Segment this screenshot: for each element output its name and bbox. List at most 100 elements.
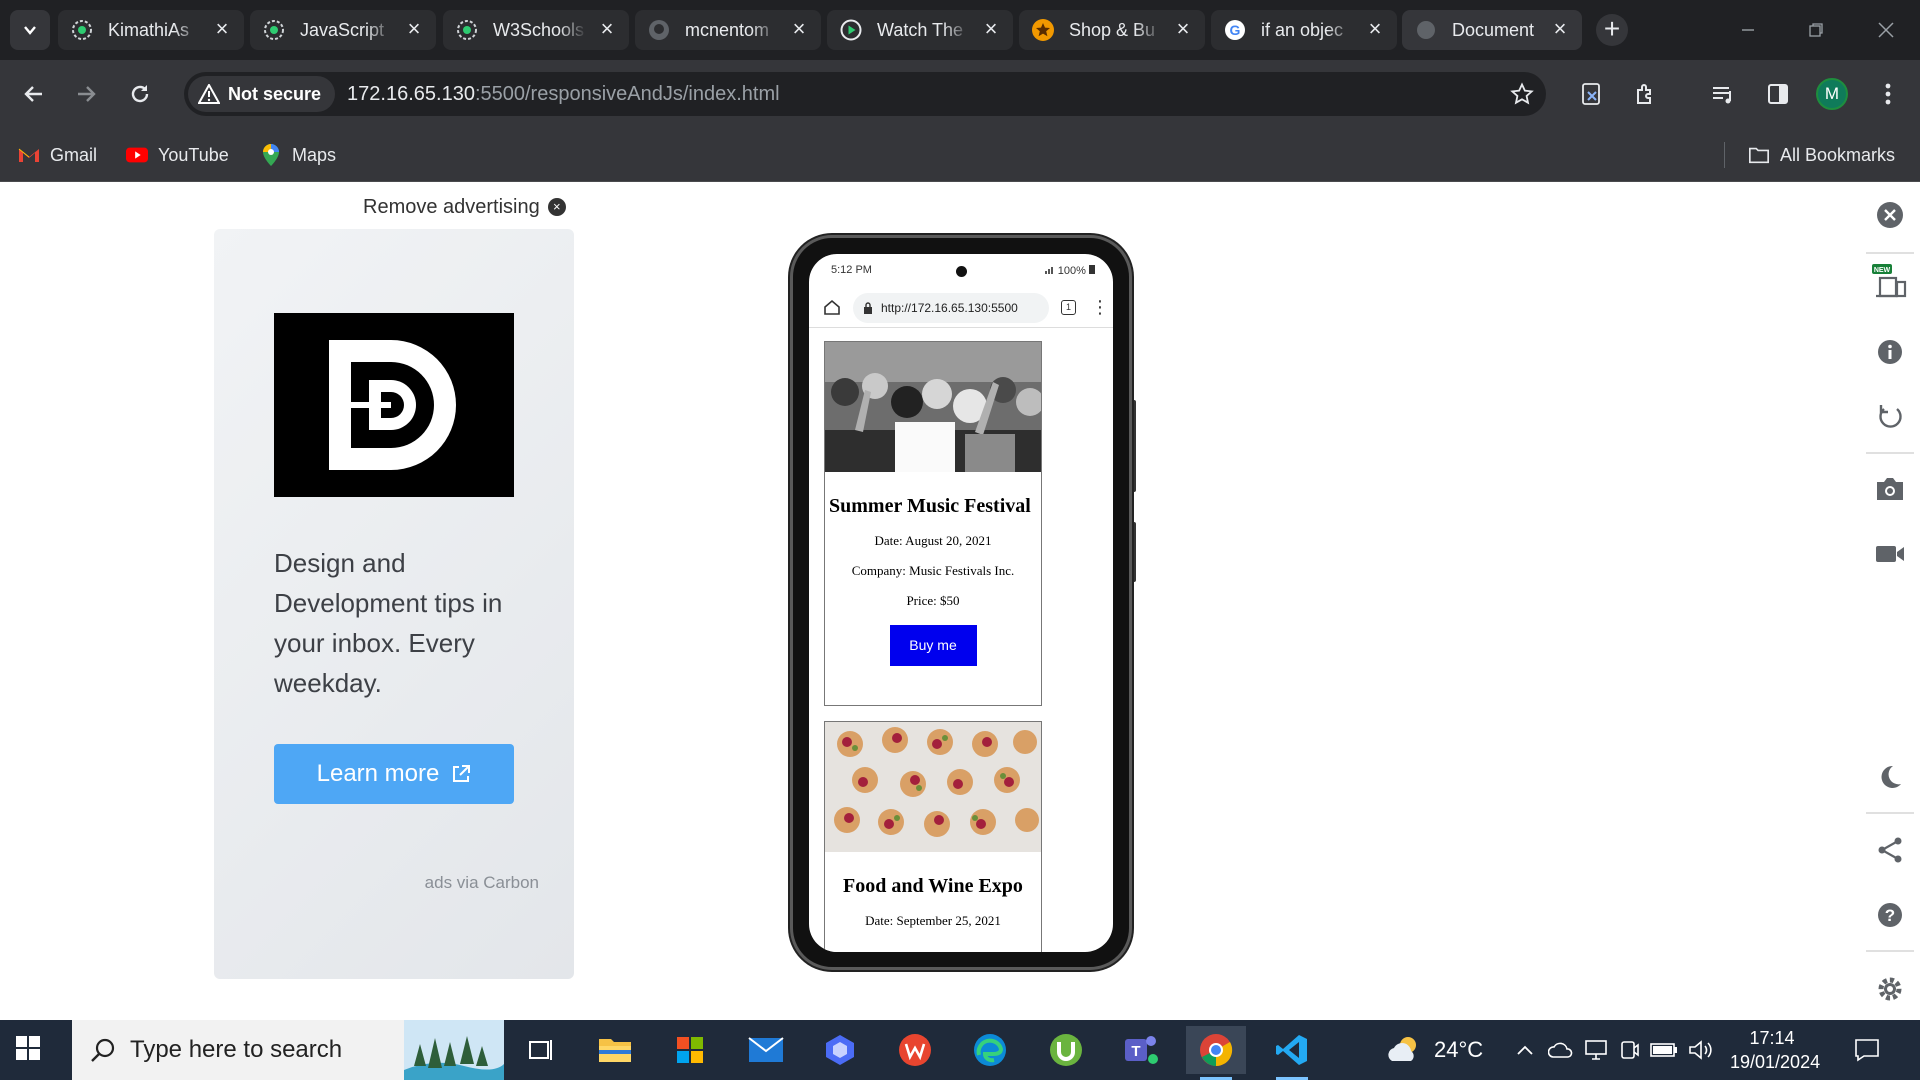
taskbar-search-box[interactable]: Type here to search	[72, 1020, 504, 1080]
event-price: Price: $50	[906, 593, 960, 608]
edge-button[interactable]	[960, 1026, 1020, 1074]
close-icon[interactable]: ×	[979, 18, 1003, 42]
share-icon	[1878, 837, 1902, 863]
bookmark-youtube[interactable]: YouTube	[126, 140, 229, 170]
new-tab-button[interactable]: +	[1596, 14, 1628, 46]
back-button[interactable]	[14, 74, 54, 114]
folder-icon	[1748, 144, 1770, 166]
mail-button[interactable]	[736, 1026, 796, 1074]
extensions-button[interactable]	[1630, 78, 1662, 110]
reload-button[interactable]	[120, 74, 160, 114]
close-icon[interactable]: ×	[210, 18, 234, 42]
onedrive-icon	[1548, 1042, 1573, 1058]
file-explorer-button[interactable]	[585, 1026, 645, 1074]
maps-pin-icon	[260, 144, 282, 166]
close-icon[interactable]: ×	[1171, 18, 1195, 42]
help-button[interactable]: ?	[1870, 895, 1910, 935]
playlist-icon	[1713, 87, 1731, 104]
task-view-button[interactable]	[510, 1026, 570, 1074]
utorrent-button[interactable]	[1036, 1026, 1096, 1074]
tab-title: Watch The	[877, 19, 964, 40]
all-bookmarks-button[interactable]: All Bookmarks	[1748, 140, 1895, 170]
tab-google[interactable]: G if an objec ×	[1211, 10, 1397, 50]
close-icon[interactable]: ×	[595, 18, 619, 42]
page-viewport: Remove advertising × Design and Developm…	[0, 182, 1920, 1020]
tab-document[interactable]: Document ×	[1402, 10, 1582, 50]
ad-logo-image[interactable]	[274, 313, 514, 497]
warning-icon	[198, 84, 220, 104]
kebab-menu-icon[interactable]: ⋮	[1091, 298, 1109, 316]
bookmark-maps[interactable]: Maps	[260, 140, 336, 170]
close-icon[interactable]: ×	[402, 18, 426, 42]
start-button[interactable]	[14, 1034, 54, 1066]
extension-translate-button[interactable]	[1576, 78, 1608, 110]
site-info-button[interactable]: Not secure	[188, 76, 336, 112]
pinned-app-button[interactable]	[810, 1026, 870, 1074]
url-text[interactable]: 172.16.65.130:5500/responsiveAndJs/index…	[347, 83, 780, 106]
chrome-button[interactable]	[1186, 1026, 1246, 1080]
bookmark-star-button[interactable]	[1510, 82, 1534, 111]
vscode-button[interactable]	[1262, 1026, 1322, 1080]
tab-count-icon[interactable]: 1	[1061, 300, 1076, 315]
tab-github[interactable]: mcnentom ×	[635, 10, 821, 50]
close-icon[interactable]: ×	[1548, 18, 1572, 42]
dark-mode-button[interactable]	[1870, 757, 1910, 797]
weather-widget[interactable]: 24°C	[1384, 1020, 1483, 1080]
share-button[interactable]	[1870, 830, 1910, 870]
signal-icon	[1044, 267, 1053, 274]
side-panel-button[interactable]	[1762, 78, 1794, 110]
chevron-up-icon	[1517, 1045, 1533, 1055]
wps-office-button[interactable]	[885, 1026, 945, 1074]
buy-button[interactable]: Buy me	[889, 625, 977, 666]
svg-text:?: ?	[1885, 906, 1895, 925]
network-icon	[1585, 1040, 1607, 1060]
close-icon[interactable]: ×	[1363, 18, 1387, 42]
media-control-button[interactable]	[1708, 78, 1740, 110]
device-time: 5:12 PM	[831, 264, 872, 276]
ad-text[interactable]: Design and Development tips in your inbo…	[274, 543, 534, 703]
minimize-button[interactable]	[1714, 0, 1782, 60]
teams-button[interactable]: T	[1111, 1026, 1171, 1074]
forward-button[interactable]	[66, 74, 106, 114]
event-title: Summer Music Festival	[829, 495, 1031, 517]
security-label: Not secure	[228, 83, 322, 104]
taskbar-clock[interactable]: 17:14 19/01/2024	[1730, 1026, 1820, 1074]
device-layout-button[interactable]: NEW	[1870, 262, 1910, 302]
close-panel-button[interactable]	[1870, 195, 1910, 235]
tab-search-button[interactable]	[10, 10, 50, 50]
close-window-button[interactable]	[1852, 0, 1920, 60]
notifications-button[interactable]	[1854, 1020, 1880, 1080]
restore-button[interactable]	[1782, 0, 1850, 60]
info-button[interactable]	[1870, 332, 1910, 372]
bookmark-gmail[interactable]: Gmail	[18, 140, 97, 170]
tab-shop[interactable]: Shop & Bu ×	[1019, 10, 1205, 50]
ads-via-carbon-link[interactable]: ads via Carbon	[214, 873, 539, 893]
tab-javascript[interactable]: JavaScript ×	[250, 10, 436, 50]
learn-more-button[interactable]: Learn more	[274, 744, 514, 804]
system-tray[interactable]	[1516, 1020, 1714, 1080]
mobile-address-bar[interactable]: http://172.16.65.130:5500	[853, 293, 1049, 323]
record-button[interactable]	[1870, 534, 1910, 574]
tab-w3schools[interactable]: W3Schools ×	[443, 10, 629, 50]
gear-green-icon	[70, 18, 94, 42]
close-circle-icon: ×	[547, 198, 566, 216]
browser-toolbar: Not secure 172.16.65.130:5500/responsive…	[0, 60, 1920, 128]
device-battery: 100%	[1044, 264, 1095, 277]
browser-menu-button[interactable]	[1872, 78, 1904, 110]
screenshot-button[interactable]	[1870, 469, 1910, 509]
home-icon[interactable]	[823, 298, 841, 321]
microsoft-store-button[interactable]	[660, 1026, 720, 1074]
wps-icon	[899, 1034, 931, 1066]
tab-kimathi[interactable]: KimathiAs ×	[58, 10, 244, 50]
carbon-ad[interactable]: Design and Development tips in your inbo…	[214, 229, 574, 979]
profile-avatar[interactable]: M	[1816, 78, 1848, 110]
close-icon[interactable]: ×	[787, 18, 811, 42]
chrome-icon	[1200, 1034, 1233, 1067]
event-card: Summer Music Festival Date: August 20, 2…	[824, 341, 1042, 706]
address-bar[interactable]: Not secure 172.16.65.130:5500/responsive…	[184, 72, 1546, 116]
remove-advertising-link[interactable]: Remove advertising ×	[363, 194, 566, 220]
rotate-button[interactable]	[1870, 396, 1910, 436]
tab-watch[interactable]: Watch The ×	[827, 10, 1013, 50]
settings-button[interactable]	[1870, 969, 1910, 1009]
cloudy-weather-icon	[1388, 1037, 1416, 1061]
